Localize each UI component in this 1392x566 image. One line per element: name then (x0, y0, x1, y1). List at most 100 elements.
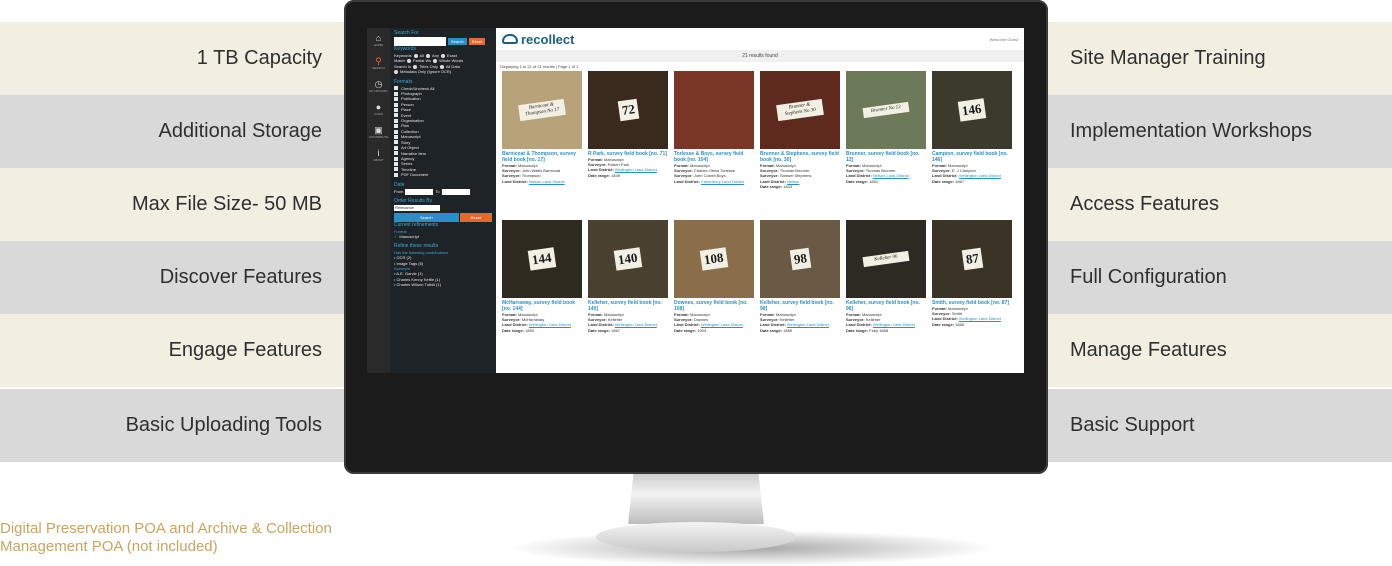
checkbox[interactable] (394, 145, 398, 150)
date-from-label: From (394, 188, 404, 194)
match-whole-radio[interactable] (433, 59, 438, 64)
date-to-select[interactable] (441, 188, 470, 195)
meta-value: 1903 (697, 327, 707, 333)
result-thumbnail[interactable]: 146 (932, 71, 1012, 149)
date-row: From To (394, 188, 492, 195)
result-thumbnail[interactable]: 98 (760, 220, 840, 298)
result-card[interactable]: 87 Smith, survey field book [no. 87] Forma… (932, 220, 1012, 361)
meta-date-range: Date range: 1867 (588, 328, 668, 333)
result-title-link[interactable]: Kelleher, survey field book [no. 140] (588, 300, 668, 312)
result-thumbnail[interactable]: Brunner & Stephens No 30 (760, 71, 840, 149)
keywords-heading: Keywords (394, 46, 416, 52)
result-title-link[interactable]: Kelleher, survey field book [no. 98] (760, 300, 840, 312)
result-thumbnail[interactable] (674, 71, 754, 149)
result-card[interactable]: 146 Campion, survey field book [no. 146] F… (932, 71, 1012, 212)
result-card[interactable]: Brunner & Stephens No 30 Brunner & Stephe… (760, 71, 840, 212)
metadata-only-radio[interactable] (394, 69, 398, 74)
feature-label: Manage Features (1070, 339, 1227, 361)
order-select[interactable]: Relevance (394, 204, 440, 211)
checkbox[interactable] (394, 156, 398, 161)
result-card[interactable]: 140 Kelleher, survey field book [no. 140]… (588, 220, 668, 361)
result-title-link[interactable]: Torlesse & Boys, survey field book [no. … (674, 151, 754, 163)
meta-value[interactable]: Canterbury Land District (701, 179, 744, 184)
search-submit-button[interactable]: Search (394, 212, 459, 222)
checkbox[interactable] (394, 113, 398, 118)
brand-logo[interactable]: recollect (502, 32, 574, 47)
meta-label: Date range: (674, 327, 697, 333)
checkbox[interactable] (394, 129, 398, 134)
result-thumbnail[interactable]: Kelleher 96 (846, 220, 926, 298)
match-partial-radio[interactable] (406, 59, 411, 64)
result-title-link[interactable]: Brunner & Stephens, survey field book [n… (760, 151, 840, 163)
meta-value[interactable]: Wellington Land District (959, 173, 1001, 178)
search-in-titles-radio[interactable] (413, 64, 418, 69)
result-card[interactable]: 144 McHarraway, survey field book [no. 14… (502, 220, 582, 361)
result-card[interactable]: 108 Downes, survey field book [no. 108] Fo… (674, 220, 754, 361)
result-thumbnail[interactable]: 140 (588, 220, 668, 298)
meta-value[interactable]: Nelson Land District (529, 179, 565, 184)
reset-all-button[interactable]: Reset (459, 212, 492, 222)
rail-item-label: CONTRIBUTE (368, 134, 389, 139)
meta-value[interactable]: Wellington Land District (529, 322, 571, 327)
feature-label: Site Manager Training (1070, 47, 1266, 69)
result-card[interactable]: 72 R Park, survey field book [no. 71] Form… (588, 71, 668, 212)
result-card[interactable]: Barnicoat & Thompson No 17 Barnicoat & Th… (502, 71, 582, 212)
checkbox[interactable] (394, 167, 398, 172)
meta-value[interactable]: Wellington Land District (615, 322, 657, 327)
rail-item-history[interactable]: ◷ MY HISTORY (367, 74, 390, 97)
result-title-link[interactable]: Campion, survey field book [no. 146] (932, 151, 1012, 163)
meta-value[interactable]: Wellington Land District (959, 316, 1001, 321)
checkbox[interactable] (394, 91, 398, 96)
checkbox[interactable] (394, 86, 398, 91)
feature-band-right: Implementation Workshops (1048, 95, 1392, 168)
check-icon: ✓ (394, 234, 398, 240)
checkbox[interactable] (394, 118, 398, 123)
meta-value[interactable]: Wellington Land District (701, 322, 743, 327)
meta-value[interactable]: Nelson Land District (873, 173, 909, 178)
result-card[interactable]: Brunner No 12 Brunner, survey field book … (846, 71, 926, 212)
result-card[interactable]: 98 Kelleher, survey field book [no. 98] Fo… (760, 220, 840, 361)
result-title-link[interactable]: Brunner, survey field book [no. 12] (846, 151, 926, 163)
result-thumbnail[interactable]: 72 (588, 71, 668, 149)
checkbox[interactable] (394, 107, 398, 112)
checkbox[interactable] (394, 134, 398, 139)
checkbox[interactable] (394, 162, 398, 167)
rail-item-image[interactable]: ▣ CONTRIBUTE (367, 120, 390, 143)
keywords-exact-radio[interactable] (440, 53, 445, 58)
result-title-link[interactable]: McHarraway, survey field book [no. 144] (502, 300, 582, 312)
search-in-all-radio[interactable] (439, 64, 444, 69)
checkbox[interactable] (394, 151, 398, 156)
result-thumbnail[interactable]: 144 (502, 220, 582, 298)
search-button[interactable]: Search (448, 37, 467, 46)
keywords-all-radio[interactable] (413, 53, 418, 58)
format-checkbox-item[interactable]: PDF Document (394, 172, 492, 177)
rail-item-home[interactable]: ⌂ HOME (367, 28, 390, 51)
checkbox[interactable] (394, 102, 398, 107)
rail-item-user[interactable]: ● LOGIN (367, 97, 390, 120)
result-title-link[interactable]: Barnicoat & Thompson, survey field book … (502, 151, 582, 163)
reset-button[interactable]: Reset (468, 37, 486, 46)
date-to-label: To (435, 188, 440, 194)
result-thumbnail[interactable]: 87 (932, 220, 1012, 298)
checkbox[interactable] (394, 140, 398, 145)
result-title-link[interactable]: Kelleher, survey field book [no. 96] (846, 300, 926, 312)
active-refinement[interactable]: ✓ Manuscript (394, 234, 492, 239)
result-thumbnail[interactable]: Brunner No 12 (846, 71, 926, 149)
meta-value[interactable]: Wellington Land District (787, 322, 829, 327)
rail-item-info[interactable]: i ABOUT (367, 143, 390, 166)
keywords-any-radio[interactable] (426, 53, 431, 58)
result-card[interactable]: Torlesse & Boys, survey field book [no. … (674, 71, 754, 212)
meta-value[interactable]: Wellington Land District (615, 167, 657, 172)
surveyor-item[interactable]: • Charles Wilson Tuthill (1) (394, 282, 492, 287)
search-input[interactable] (394, 37, 446, 46)
result-title-link[interactable]: Downes, survey field book [no. 108] (674, 300, 754, 312)
result-thumbnail[interactable]: Barnicoat & Thompson No 17 (502, 71, 582, 149)
checkbox[interactable] (394, 97, 398, 102)
checkbox[interactable] (394, 124, 398, 129)
result-thumbnail[interactable]: 108 (674, 220, 754, 298)
date-from-select[interactable] (405, 188, 434, 195)
result-card[interactable]: Kelleher 96 Kelleher, survey field book [… (846, 220, 926, 361)
checkbox[interactable] (394, 172, 398, 177)
rail-item-search[interactable]: ⚲ SEARCH (367, 51, 390, 74)
thumbnail-book-label: 87 (961, 247, 983, 271)
